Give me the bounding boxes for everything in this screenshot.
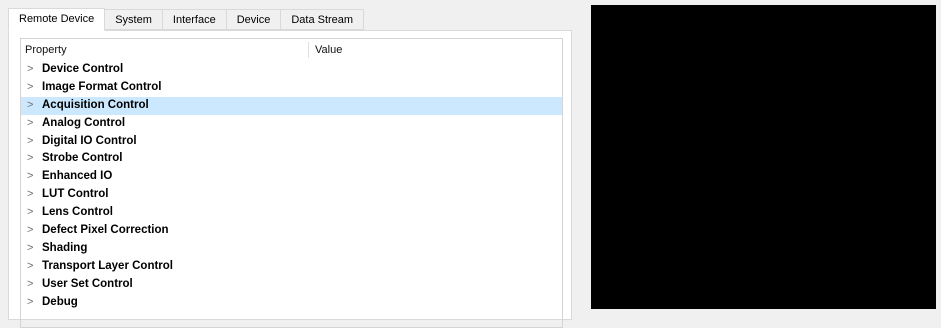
property-category-label: Strobe Control [42,152,123,165]
tab-remote-device[interactable]: Remote Device [8,8,106,31]
property-category-label: Analog Control [42,116,126,129]
property-grid: Property Value > Device Control > Image For… [20,38,563,328]
property-category-row[interactable]: > Defect Pixel Correction [21,222,562,240]
property-category-label: Transport Layer Control [42,259,173,272]
property-category-label: Debug [42,295,78,308]
chevron-right-icon[interactable]: > [27,97,39,115]
chevron-right-icon[interactable]: > [27,150,39,168]
chevron-right-icon[interactable]: > [27,204,39,222]
property-category-label: Acquisition Control [42,98,149,111]
property-column-header[interactable]: Property [25,39,67,61]
chevron-right-icon[interactable]: > [27,186,39,204]
property-category-row[interactable]: > Lens Control [21,204,562,222]
property-rows: > Device Control > Image Format Control > Acq… [21,61,562,311]
property-category-label: Shading [42,241,88,254]
value-column-header[interactable]: Value [315,39,342,61]
property-category-row[interactable]: > User Set Control [21,276,562,294]
property-category-label: Defect Pixel Correction [42,224,169,237]
property-category-label: LUT Control [42,188,109,201]
property-category-label: Device Control [42,63,124,75]
property-pane: Remote Device System Interface Device Da… [0,0,580,328]
property-category-label: Lens Control [42,206,113,219]
property-category-row[interactable]: > Analog Control [21,115,562,133]
chevron-right-icon[interactable]: > [27,115,39,133]
tab-system[interactable]: System [104,9,163,30]
property-category-row[interactable]: > Transport Layer Control [21,258,562,276]
column-divider[interactable] [308,42,309,58]
window-edge [936,0,941,314]
property-category-row[interactable]: > Device Control [21,61,562,79]
chevron-right-icon[interactable]: > [27,258,39,276]
property-category-row[interactable]: > Strobe Control [21,150,562,168]
property-category-label: Image Format Control [42,80,162,93]
property-category-row[interactable]: > LUT Control [21,186,562,204]
chevron-right-icon[interactable]: > [27,222,39,240]
chevron-right-icon[interactable]: > [27,133,39,151]
property-category-label: Digital IO Control [42,134,137,147]
tab-interface[interactable]: Interface [161,9,227,30]
tab-device[interactable]: Device [225,9,282,30]
video-preview [591,5,936,309]
property-category-row[interactable]: > Image Format Control [21,79,562,97]
tab-panel: Property Value > Device Control > Image For… [8,30,572,328]
tab-bar: Remote Device System Interface Device Da… [8,8,365,31]
chevron-right-icon[interactable]: > [27,79,39,97]
property-category-row[interactable]: > Debug [21,294,562,312]
property-category-label: User Set Control [42,277,133,290]
chevron-right-icon[interactable]: > [27,168,39,186]
chevron-right-icon[interactable]: > [27,294,39,312]
grid-header: Property Value [21,39,562,61]
chevron-right-icon[interactable]: > [27,276,39,294]
property-category-row[interactable]: > Enhanced IO [21,168,562,186]
property-category-row[interactable]: > Acquisition Control [21,96,562,115]
chevron-right-icon[interactable]: > [27,61,39,79]
property-category-row[interactable]: > Digital IO Control [21,133,562,151]
property-category-row[interactable]: > Shading [21,240,562,258]
chevron-right-icon[interactable]: > [27,240,39,258]
tab-data-stream[interactable]: Data Stream [280,9,365,30]
property-category-label: Enhanced IO [42,170,113,183]
